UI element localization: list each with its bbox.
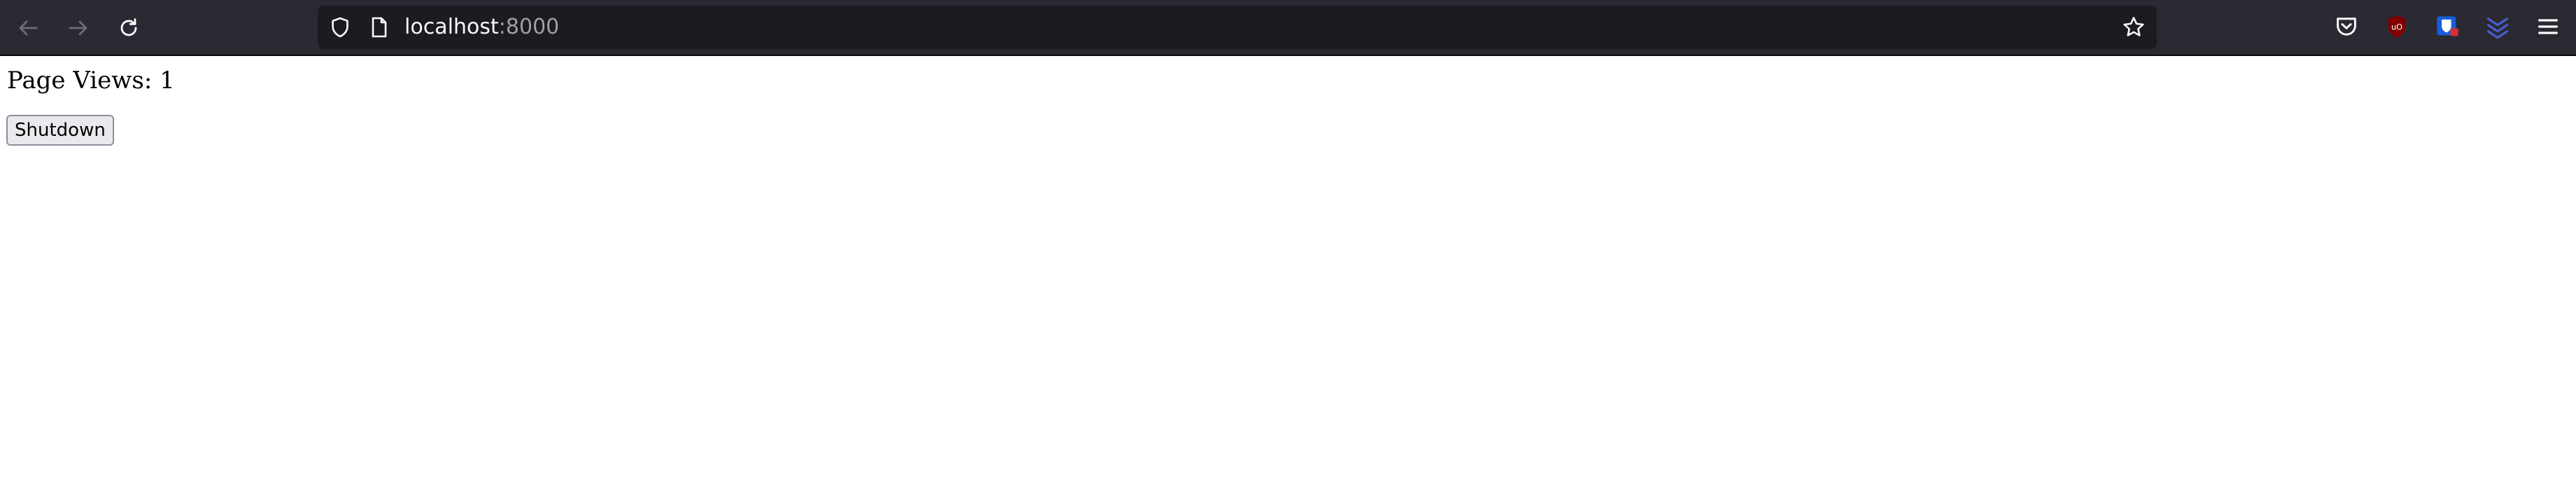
back-button[interactable] <box>11 11 45 45</box>
back-arrow-icon <box>19 20 38 36</box>
ublock-origin-icon: uO <box>2388 15 2406 38</box>
chevron-stack-icon <box>2486 18 2509 39</box>
browser-toolbar: localhost:8000 uO <box>0 0 2576 56</box>
page-icon[interactable] <box>368 16 390 39</box>
bitwarden-icon <box>2437 16 2458 36</box>
url-bar[interactable]: localhost:8000 <box>318 6 2157 49</box>
svg-text:uO: uO <box>2391 23 2402 32</box>
page-content: Page Views: 1 Shutdown <box>0 56 2576 486</box>
menu-button[interactable] <box>2534 13 2562 41</box>
star-icon[interactable] <box>2122 15 2146 39</box>
bitwarden-button[interactable] <box>2433 13 2461 41</box>
hamburger-menu-icon <box>2538 19 2558 34</box>
page-views-counter: Page Views: 1 <box>7 67 175 95</box>
forward-arrow-icon <box>69 20 87 36</box>
pocket-button[interactable] <box>2332 13 2360 41</box>
ublock-button[interactable]: uO <box>2383 13 2411 41</box>
shield-icon[interactable] <box>329 16 351 39</box>
forward-button[interactable] <box>62 11 95 45</box>
reload-button[interactable] <box>112 11 146 45</box>
pocket-icon <box>2337 18 2356 36</box>
reload-icon <box>120 18 137 36</box>
extension-button[interactable] <box>2484 13 2512 41</box>
url-text[interactable]: localhost:8000 <box>404 14 559 41</box>
shutdown-button[interactable]: Shutdown <box>6 115 114 146</box>
url-port: :8000 <box>498 15 560 39</box>
url-host: localhost <box>404 15 499 39</box>
